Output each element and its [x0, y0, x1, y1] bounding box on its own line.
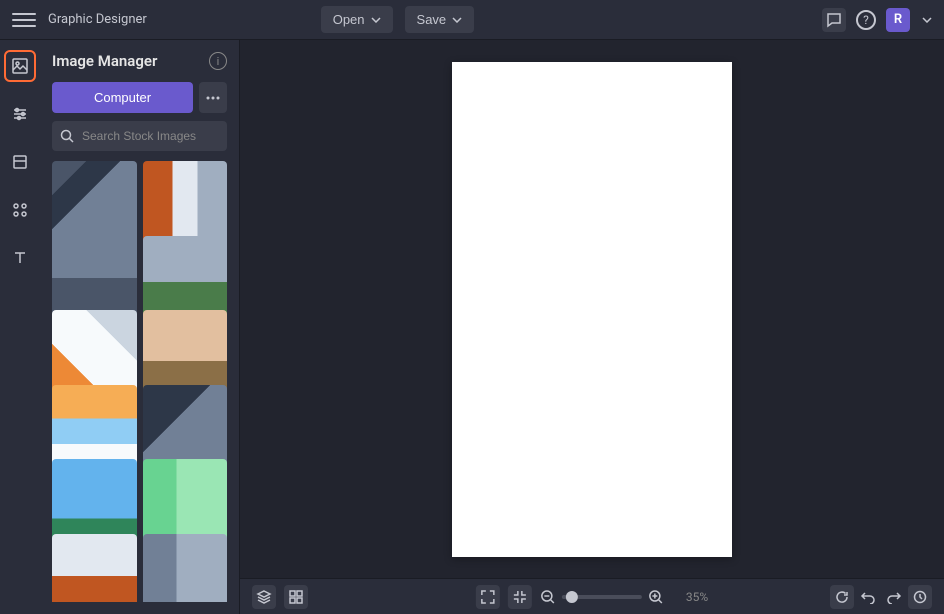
user-avatar[interactable]: R — [886, 8, 910, 32]
history-icon — [913, 590, 927, 604]
canvas-viewport[interactable] — [240, 40, 944, 578]
adjust-icon — [11, 105, 29, 123]
layout-icon — [11, 153, 29, 171]
thumb-interior-stairs[interactable] — [52, 534, 137, 603]
thumb-people-interior[interactable] — [143, 310, 228, 395]
dots-icon — [206, 96, 220, 100]
fit-button[interactable] — [508, 585, 532, 609]
search-stock-input[interactable] — [52, 121, 227, 151]
rail-shapes[interactable] — [4, 194, 36, 226]
question-icon: ? — [856, 10, 876, 30]
zoom-thumb[interactable] — [565, 591, 577, 603]
thumb-samples-notebook[interactable] — [52, 310, 137, 395]
shapes-icon — [11, 201, 29, 219]
thumb-ladder-orange-paint[interactable] — [143, 161, 228, 246]
fullscreen-button[interactable] — [476, 585, 500, 609]
layers-icon — [256, 589, 272, 605]
history-button[interactable] — [908, 585, 932, 609]
image-grid — [52, 161, 227, 602]
panel-title: Image Manager — [52, 52, 157, 70]
rail-text[interactable] — [4, 242, 36, 274]
expand-icon — [481, 590, 495, 604]
chat-icon — [826, 12, 842, 28]
open-label: Open — [333, 12, 365, 27]
thumb-tree-sidewalk-person[interactable] — [143, 459, 228, 544]
save-label: Save — [417, 12, 447, 27]
rail-layout[interactable] — [4, 146, 36, 178]
save-dropdown[interactable]: Save — [405, 6, 475, 33]
grid-icon — [288, 589, 304, 605]
thumb-cathedral-scaffolding[interactable] — [52, 236, 137, 321]
undo-button[interactable] — [856, 585, 880, 609]
panel-info-button[interactable]: i — [209, 52, 227, 70]
comments-button[interactable] — [822, 8, 846, 32]
zoom-in-icon[interactable] — [648, 589, 664, 605]
redo-button[interactable] — [882, 585, 906, 609]
canvas-page[interactable] — [452, 62, 732, 557]
thumb-paint-tray-rollers[interactable] — [52, 161, 137, 246]
contract-icon — [513, 590, 527, 604]
thumb-airplane-wing-clouds[interactable] — [52, 385, 137, 470]
layers-button[interactable] — [252, 585, 276, 609]
image-manager-icon — [11, 57, 29, 75]
thumb-chateau-lawn[interactable] — [143, 236, 228, 321]
menu-button[interactable] — [12, 8, 36, 32]
text-icon — [11, 249, 29, 267]
open-dropdown[interactable]: Open — [321, 6, 393, 33]
chevron-down-icon — [371, 17, 381, 23]
thumb-room-plants[interactable] — [143, 534, 228, 603]
zoom-percent: 35% — [680, 590, 708, 604]
grid-view-button[interactable] — [284, 585, 308, 609]
thumb-glass-skyscraper[interactable] — [52, 459, 137, 544]
thumb-passports-hands[interactable] — [143, 385, 228, 470]
undo-icon — [860, 590, 876, 604]
redo-icon — [886, 590, 902, 604]
refresh-button[interactable] — [830, 585, 854, 609]
app-title: Graphic Designer — [48, 12, 147, 27]
zoom-track[interactable] — [562, 595, 642, 599]
rail-image-manager[interactable] — [4, 50, 36, 82]
user-menu-chevron[interactable] — [922, 17, 932, 23]
help-button[interactable]: ? — [854, 8, 878, 32]
upload-more-button[interactable] — [199, 82, 227, 113]
zoom-out-icon[interactable] — [540, 589, 556, 605]
search-icon — [60, 129, 74, 143]
upload-computer-button[interactable]: Computer — [52, 82, 193, 113]
rail-adjust[interactable] — [4, 98, 36, 130]
zoom-slider[interactable] — [540, 589, 664, 605]
refresh-icon — [835, 590, 849, 604]
chevron-down-icon — [452, 17, 462, 23]
